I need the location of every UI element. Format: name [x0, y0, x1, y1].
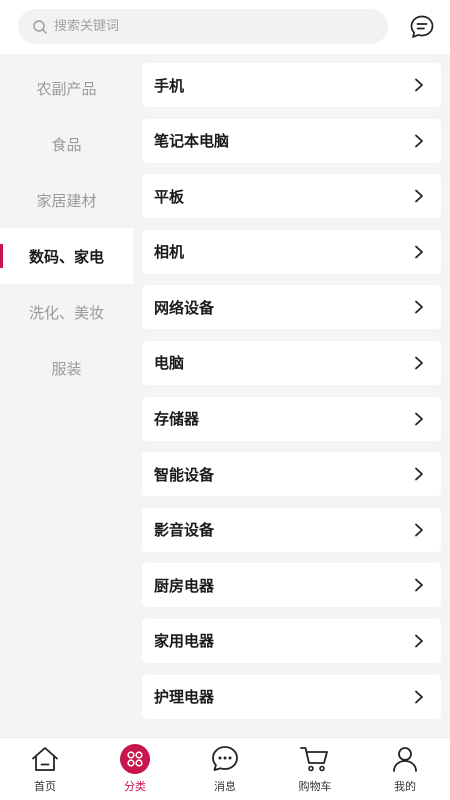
- category-icon: [119, 743, 151, 775]
- subcategory-label: 厨房电器: [154, 576, 215, 595]
- subcategory-row[interactable]: 平板: [142, 174, 441, 219]
- chevron-right-icon: [413, 78, 425, 92]
- tab-label: 分类: [124, 780, 146, 793]
- tab-label: 消息: [214, 780, 236, 793]
- subcategory-row[interactable]: 网络设备: [142, 285, 441, 330]
- subcategory-row[interactable]: 厨房电器: [142, 563, 441, 608]
- subcategory-label: 电脑: [154, 354, 185, 373]
- sidebar-item-food[interactable]: 食品: [0, 116, 133, 172]
- sidebar-item-label: 农副产品: [36, 79, 97, 98]
- chat-bubble-icon: [409, 14, 435, 40]
- chevron-right-icon: [413, 467, 425, 481]
- subcategory-label: 影音设备: [154, 521, 215, 540]
- sidebar-item-digital-appliances[interactable]: 数码、家电: [0, 228, 133, 284]
- subcategory-row[interactable]: 电脑: [142, 340, 441, 385]
- subcategory-label: 相机: [154, 243, 185, 262]
- chevron-right-icon: [413, 412, 425, 426]
- bottom-tab-bar: 首页 分类 消息 购物车 我的: [0, 737, 450, 800]
- chevron-right-icon: [413, 690, 425, 704]
- chevron-right-icon: [413, 189, 425, 203]
- message-icon: [209, 743, 241, 775]
- tab-label: 首页: [34, 780, 56, 793]
- subcategory-row[interactable]: 相机: [142, 229, 441, 274]
- sidebar-item-clothing[interactable]: 服装: [0, 340, 133, 396]
- chevron-right-icon: [413, 245, 425, 259]
- sidebar-item-label: 家居建材: [36, 191, 97, 210]
- subcategory-label: 手机: [154, 76, 185, 95]
- subcategory-label: 存储器: [154, 410, 200, 429]
- message-button[interactable]: [408, 13, 436, 41]
- tab-label: 我的: [394, 780, 416, 793]
- subcategory-row[interactable]: 笔记本电脑: [142, 118, 441, 163]
- subcategory-row[interactable]: 影音设备: [142, 507, 441, 552]
- sidebar-item-home-building[interactable]: 家居建材: [0, 172, 133, 228]
- sidebar-item-label: 服装: [51, 359, 82, 378]
- search-icon: [32, 19, 48, 35]
- subcategory-label: 笔记本电脑: [154, 132, 230, 151]
- chevron-right-icon: [413, 300, 425, 314]
- sidebar-item-cosmetics[interactable]: 洗化、美妆: [0, 284, 133, 340]
- tab-messages[interactable]: 消息: [180, 738, 270, 800]
- subcategory-label: 家用电器: [154, 632, 215, 651]
- tab-category[interactable]: 分类: [90, 738, 180, 800]
- tab-home[interactable]: 首页: [0, 738, 90, 800]
- sidebar-item-label: 数码、家电: [28, 247, 104, 266]
- subcategory-row[interactable]: 智能设备: [142, 452, 441, 497]
- chevron-right-icon: [413, 134, 425, 148]
- subcategory-label: 护理电器: [154, 688, 215, 707]
- sidebar-item-label: 食品: [51, 135, 82, 154]
- subcategory-row[interactable]: 家用电器: [142, 618, 441, 663]
- category-body: 农副产品 食品 家居建材 数码、家电 洗化、美妆 服装 手机笔记本电脑平板相机网…: [0, 54, 450, 737]
- cart-icon: [299, 743, 331, 775]
- subcategory-label: 平板: [154, 187, 185, 206]
- subcategory-row[interactable]: 手机: [142, 63, 441, 107]
- chevron-right-icon: [413, 523, 425, 537]
- search-bar[interactable]: [18, 9, 388, 44]
- category-sidebar: 农副产品 食品 家居建材 数码、家电 洗化、美妆 服装: [0, 60, 133, 396]
- chevron-right-icon: [413, 356, 425, 370]
- subcategory-label: 智能设备: [154, 465, 215, 484]
- tab-profile[interactable]: 我的: [360, 738, 450, 800]
- sidebar-item-agricultural[interactable]: 农副产品: [0, 60, 133, 116]
- tab-cart[interactable]: 购物车: [270, 738, 360, 800]
- app-screen: 农副产品 食品 家居建材 数码、家电 洗化、美妆 服装 手机笔记本电脑平板相机网…: [0, 0, 450, 800]
- chevron-right-icon: [413, 578, 425, 592]
- chevron-right-icon: [413, 634, 425, 648]
- subcategory-label: 网络设备: [154, 298, 215, 317]
- subcategory-row[interactable]: 护理电器: [142, 674, 441, 719]
- sidebar-item-label: 洗化、美妆: [28, 303, 104, 322]
- subcategory-row[interactable]: 存储器: [142, 396, 441, 441]
- home-icon: [29, 743, 61, 775]
- subcategory-list: 手机笔记本电脑平板相机网络设备电脑存储器智能设备影音设备厨房电器家用电器护理电器: [142, 63, 441, 730]
- profile-icon: [389, 743, 421, 775]
- tab-label: 购物车: [298, 780, 332, 793]
- search-input[interactable]: [54, 19, 354, 34]
- top-header: [0, 0, 450, 54]
